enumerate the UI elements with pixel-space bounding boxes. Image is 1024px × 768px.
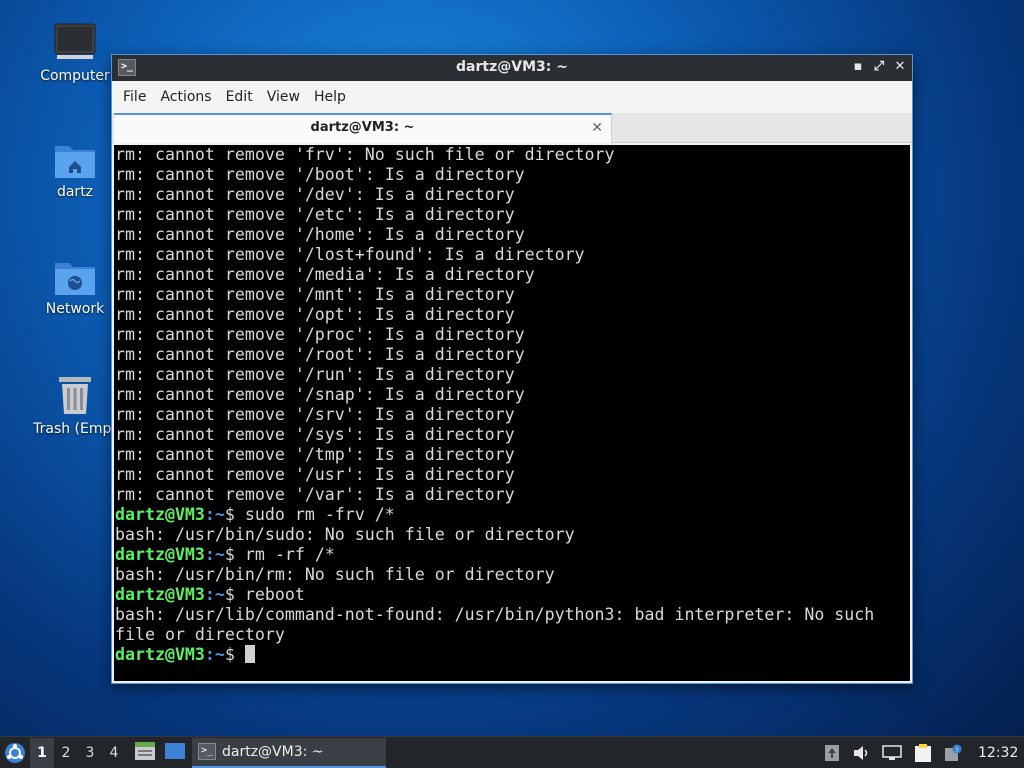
show-desktop-button[interactable]: [164, 742, 186, 764]
taskbar: 1 2 3 4 >_ dartz@VM3: ~ ! 12:32: [0, 736, 1024, 768]
desktop-icon-label: Trash (Empt: [33, 421, 117, 437]
prompt-path: :~: [204, 545, 225, 564]
tab-terminal[interactable]: dartz@VM3: ~ ✕: [114, 113, 612, 143]
distro-logo-icon: [5, 742, 25, 763]
workspace-2[interactable]: 2: [54, 745, 78, 761]
system-tray: ! 12:32: [824, 743, 1024, 763]
menu-view[interactable]: View: [260, 85, 307, 109]
terminal-output-line: rm: cannot remove '/usr': Is a directory: [115, 465, 515, 484]
computer-icon: [54, 23, 96, 59]
terminal-output-line: bash: /usr/bin/sudo: No such file or dir…: [115, 525, 575, 544]
desktop-icon-label: dartz: [56, 184, 94, 200]
menu-bar: File Actions Edit View Help: [112, 81, 912, 113]
tab-bar: dartz@VM3: ~ ✕: [112, 113, 912, 143]
desktop-icon-computer[interactable]: Computer: [27, 22, 123, 84]
terminal-output-line: bash: /usr/lib/command-not-found: /usr/b…: [115, 605, 875, 644]
terminal-window: >_ dartz@VM3: ~ ▪ ⤢ ✕ File Actions Edit …: [111, 54, 913, 684]
menu-file[interactable]: File: [116, 85, 153, 109]
clipboard-icon[interactable]: [914, 743, 932, 763]
prompt-symbol: $: [224, 505, 245, 524]
desktop-icon-label: Network: [45, 301, 105, 317]
prompt-symbol: $: [224, 545, 245, 564]
terminal-icon: >_: [198, 743, 216, 760]
trash-icon: [59, 377, 91, 414]
terminal-output-line: rm: cannot remove '/tmp': Is a directory: [115, 445, 515, 464]
menu-edit[interactable]: Edit: [219, 85, 260, 109]
close-button[interactable]: ✕: [891, 58, 909, 76]
home-folder-icon: [55, 146, 95, 178]
terminal-output-line: rm: cannot remove '/opt': Is a directory: [115, 305, 515, 324]
volume-icon[interactable]: [852, 745, 870, 761]
clock[interactable]: 12:32: [974, 745, 1020, 761]
file-manager-launcher[interactable]: [134, 741, 156, 765]
desktop-icon-dartz[interactable]: dartz: [27, 140, 123, 200]
terminal-output-line: rm: cannot remove '/home': Is a director…: [115, 225, 525, 244]
terminal-command-line: dartz@VM3:~$ sudo rm -frv /*: [115, 505, 395, 524]
command-text: rm -rf /*: [244, 545, 335, 564]
prompt-user: dartz@VM3: [115, 645, 205, 664]
terminal-command-line: dartz@VM3:~$: [115, 645, 255, 664]
terminal-output-line: rm: cannot remove '/sys': Is a directory: [115, 425, 515, 444]
prompt-user: dartz@VM3: [115, 585, 205, 604]
taskbar-window-terminal[interactable]: >_ dartz@VM3: ~: [192, 737, 386, 768]
desktop-icon-label: Computer: [40, 68, 110, 84]
terminal-output-line: rm: cannot remove '/var': Is a directory: [115, 485, 515, 504]
workspace-1[interactable]: 1: [30, 737, 54, 768]
terminal-output-line: rm: cannot remove '/root': Is a director…: [115, 345, 525, 364]
window-title: dartz@VM3: ~: [456, 59, 568, 75]
prompt-user: dartz@VM3: [115, 505, 205, 524]
terminal-output-line: rm: cannot remove '/proc': Is a director…: [115, 325, 525, 344]
terminal-output-line: rm: cannot remove '/snap': Is a director…: [115, 385, 525, 404]
show-desktop-icon: [165, 742, 185, 759]
prompt-symbol: $: [224, 645, 245, 664]
terminal-output[interactable]: rm: cannot remove 'frv': No such file or…: [114, 145, 910, 681]
terminal-output-line: rm: cannot remove '/lost+found': Is a di…: [115, 245, 585, 264]
file-manager-icon: [135, 741, 155, 760]
workspace-3[interactable]: 3: [78, 745, 102, 761]
desktop-icon-network[interactable]: Network: [27, 257, 123, 317]
taskbar-window-label: dartz@VM3: ~: [222, 743, 324, 760]
terminal-command-line: dartz@VM3:~$ rm -rf /*: [115, 545, 335, 564]
start-menu-button[interactable]: [0, 738, 30, 768]
minimize-button[interactable]: ▪: [849, 58, 867, 76]
terminal-output-line: rm: cannot remove 'frv': No such file or…: [115, 145, 615, 164]
tab-close-icon[interactable]: ✕: [591, 115, 603, 141]
tab-label: dartz@VM3: ~: [310, 120, 415, 135]
command-text: sudo rm -frv /*: [244, 505, 395, 524]
updates-icon[interactable]: !: [944, 744, 962, 762]
prompt-path: :~: [204, 585, 225, 604]
terminal-output-line: rm: cannot remove '/srv': Is a directory: [115, 405, 515, 424]
network-icon[interactable]: [882, 744, 902, 761]
terminal-output-line: rm: cannot remove '/dev': Is a directory: [115, 185, 515, 204]
terminal-output-line: rm: cannot remove '/mnt': Is a directory: [115, 285, 515, 304]
terminal-output-line: rm: cannot remove '/media': Is a directo…: [115, 265, 535, 284]
prompt-user: dartz@VM3: [115, 545, 205, 564]
workspace-4[interactable]: 4: [102, 745, 126, 761]
terminal-text: rm: cannot remove 'frv': No such file or…: [115, 145, 910, 665]
window-titlebar[interactable]: >_ dartz@VM3: ~ ▪ ⤢ ✕: [112, 55, 912, 81]
terminal-command-line: dartz@VM3:~$ reboot: [115, 585, 305, 604]
terminal-output-line: bash: /usr/bin/rm: No such file or direc…: [115, 565, 555, 584]
maximize-button[interactable]: ⤢: [870, 58, 888, 76]
terminal-output-line: rm: cannot remove '/etc': Is a directory: [115, 205, 515, 224]
menu-actions[interactable]: Actions: [153, 85, 218, 109]
prompt-symbol: $: [224, 585, 245, 604]
terminal-output-line: rm: cannot remove '/run': Is a directory: [115, 365, 515, 384]
prompt-path: :~: [204, 505, 225, 524]
command-text: reboot: [244, 585, 305, 604]
network-folder-icon: [55, 263, 95, 295]
svg-text:!: !: [956, 746, 959, 754]
terminal-output-line: rm: cannot remove '/boot': Is a director…: [115, 165, 525, 184]
terminal-cursor: [244, 645, 255, 663]
upload-icon[interactable]: [824, 744, 840, 762]
menu-help[interactable]: Help: [307, 85, 353, 109]
prompt-path: :~: [204, 645, 225, 664]
desktop-icon-trash[interactable]: Trash (Empt: [27, 373, 123, 437]
